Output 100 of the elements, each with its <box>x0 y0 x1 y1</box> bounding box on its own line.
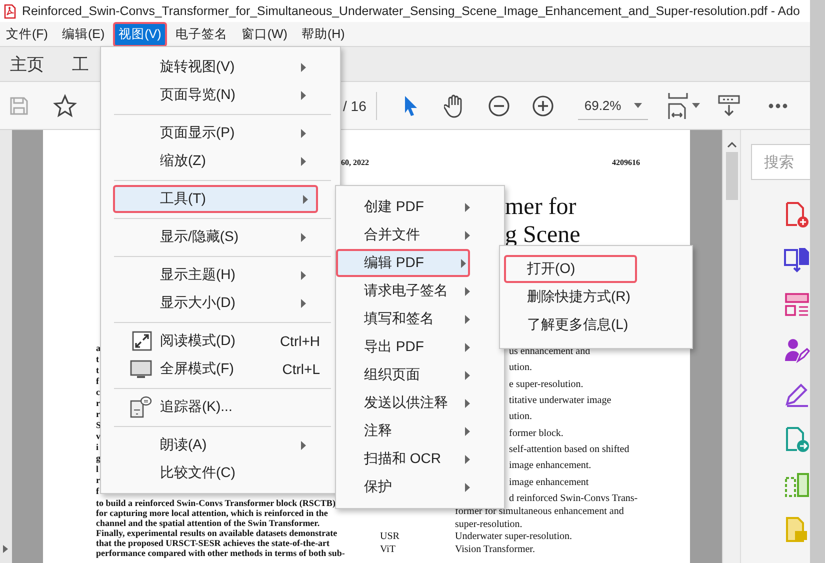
paper-title-line: mer for <box>505 193 578 221</box>
document-arrow-icon[interactable] <box>784 427 810 453</box>
comment-document-icon <box>130 396 152 418</box>
shortcut-text: Ctrl+H <box>280 333 320 349</box>
scan-icon[interactable] <box>718 94 740 118</box>
menu-bar-item[interactable]: 文件(F) <box>0 22 54 46</box>
submenu-arrow-icon <box>301 440 306 450</box>
document-arrow-icon[interactable] <box>784 247 810 273</box>
expand-arrow-icon[interactable] <box>3 545 8 553</box>
body-text-line: Finally, experimental results on available datasets demonstrate <box>96 528 338 538</box>
submenu-arrow-icon <box>301 156 306 166</box>
monitor-icon <box>130 360 152 378</box>
menu-bar-item[interactable]: 视图(V) <box>112 22 168 46</box>
submenu-arrow-icon <box>465 482 470 492</box>
text-fragment: r <box>96 475 100 486</box>
menu-item[interactable]: 创建 PDF <box>336 193 504 221</box>
split-page-icon[interactable] <box>784 472 810 498</box>
abbreviation-term: USR <box>380 531 400 544</box>
search-field[interactable]: 搜索 <box>751 144 811 180</box>
scroll-thumb[interactable] <box>726 152 738 200</box>
person-pen-icon[interactable] <box>784 337 810 363</box>
window-title: Reinforced_Swin-Convs_Transformer_for_Simultaneous_Underwater_Sensing_Scene_Image_Enhancement_and_Super-resolution.pdf - Ado <box>22 4 800 18</box>
menu-item[interactable]: 组织页面 <box>336 361 504 389</box>
tab[interactable]: 工 <box>70 52 91 76</box>
text-fragment: t <box>96 354 99 365</box>
abbreviation-definition: Vision Transformer. <box>455 544 535 556</box>
scroll-up-icon[interactable] <box>726 142 736 148</box>
submenu-arrow-icon <box>465 454 470 464</box>
menu-item[interactable]: 工具(T) <box>113 185 318 213</box>
submenu-arrow-icon <box>465 314 470 324</box>
zoom-field[interactable]: 69.2% <box>578 92 648 120</box>
text-fragment: titative underwater image <box>509 394 612 406</box>
text-fragment: former block. <box>509 428 564 439</box>
menu-item[interactable]: 缩放(Z) <box>103 147 338 175</box>
menu-item[interactable]: 页面导览(N) <box>103 81 338 109</box>
submenu-arrow-icon <box>301 62 306 72</box>
caret-icon <box>634 102 642 108</box>
body-text-line: performance compared with other methods in terms of both sub- <box>96 548 346 558</box>
page-header-text: 60, 2022 <box>341 158 369 167</box>
menu-item[interactable]: 删除快捷方式(R) <box>500 283 692 311</box>
menu-item[interactable]: 显示/隐藏(S) <box>103 223 338 251</box>
menu-item[interactable]: 注释 <box>336 417 504 445</box>
page-header-text: 4209616 <box>612 158 640 167</box>
submenu-arrow-icon <box>465 202 470 212</box>
body-text-line: channel and the spatial attention of the Swin Transformer. <box>96 518 321 528</box>
text-fragment: l <box>96 464 99 475</box>
vertical-scrollbar[interactable] <box>722 130 740 563</box>
fit-page-icon[interactable] <box>668 92 688 118</box>
text-fragment: e super-resolution. <box>509 378 584 390</box>
text-fragment: f <box>96 486 99 497</box>
menu-item[interactable]: 保护 <box>336 473 504 501</box>
abbreviation-definition: Underwater super-resolution. <box>455 531 572 544</box>
menu-item[interactable]: 扫描和 OCR <box>336 445 504 473</box>
menu-item[interactable]: 朗读(A) <box>103 431 338 459</box>
text-fragment: c <box>96 387 100 398</box>
text-fragment: self-attention based on shifted <box>509 444 630 455</box>
submenu-arrow-icon <box>303 194 308 204</box>
document-plus-icon[interactable] <box>784 202 810 228</box>
text-fragment: v <box>96 431 100 442</box>
tab[interactable]: 主页 <box>8 52 46 76</box>
menu-item[interactable]: 显示主题(H) <box>103 261 338 289</box>
menu-item[interactable]: 了解更多信息(L) <box>500 311 692 339</box>
submenu-arrow-icon <box>465 230 470 240</box>
expand-icon <box>132 331 152 351</box>
menu-item[interactable]: 比较文件(C) <box>103 459 338 487</box>
menu-item[interactable]: 合并文件 <box>336 221 504 249</box>
menu-item[interactable]: 全屏模式(F) Ctrl+L <box>103 355 338 383</box>
pen-icon[interactable] <box>784 382 810 408</box>
menu-bar-item[interactable]: 电子签名 <box>169 22 234 46</box>
text-fragment: image enhancement <box>509 476 589 488</box>
body-text-line: super-resolution. <box>455 518 524 531</box>
menu-bar-item[interactable]: 编辑(E) <box>56 22 111 46</box>
menu-item[interactable]: 追踪器(K)... <box>103 393 338 421</box>
zoom-out-icon[interactable] <box>488 94 510 116</box>
zoom-in-icon[interactable] <box>532 94 554 116</box>
menu-bar-item[interactable]: 帮助(H) <box>295 22 351 46</box>
submenu-arrow-icon <box>301 270 306 280</box>
menu-item[interactable]: 旋转视图(V) <box>103 53 338 81</box>
text-fragment: i <box>96 442 99 453</box>
text-fragment: r <box>96 409 100 420</box>
caret-icon[interactable] <box>692 103 700 108</box>
menu-item[interactable]: 阅读模式(D) Ctrl+H <box>103 327 338 355</box>
menu-item[interactable]: 显示大小(D) <box>103 289 338 317</box>
menu-item[interactable]: 发送以供注释 <box>336 389 504 417</box>
text-fragment: a <box>96 343 100 354</box>
text-fragment: d reinforced Swin-Convs Trans- <box>509 492 638 504</box>
more-icon[interactable] <box>768 102 788 108</box>
menu-item[interactable]: 编辑 PDF <box>336 249 470 277</box>
submenu-arrow-icon <box>465 342 470 352</box>
body-text-line: for capturing more local attention, which is reinforced in the <box>96 508 329 518</box>
menu-item[interactable]: 打开(O) <box>504 255 637 283</box>
menu-bar-item[interactable]: 窗口(W) <box>235 22 294 46</box>
layout-icon[interactable] <box>784 292 810 318</box>
abbreviation-term: ViT <box>380 544 397 556</box>
submenu-arrow-icon <box>465 370 470 380</box>
star-icon[interactable] <box>53 94 77 118</box>
submenu-arrow-icon <box>461 258 466 268</box>
submenu-arrow-icon <box>465 286 470 296</box>
pointer-icon[interactable] <box>403 94 420 116</box>
menu-item[interactable]: 页面显示(P) <box>103 119 338 147</box>
